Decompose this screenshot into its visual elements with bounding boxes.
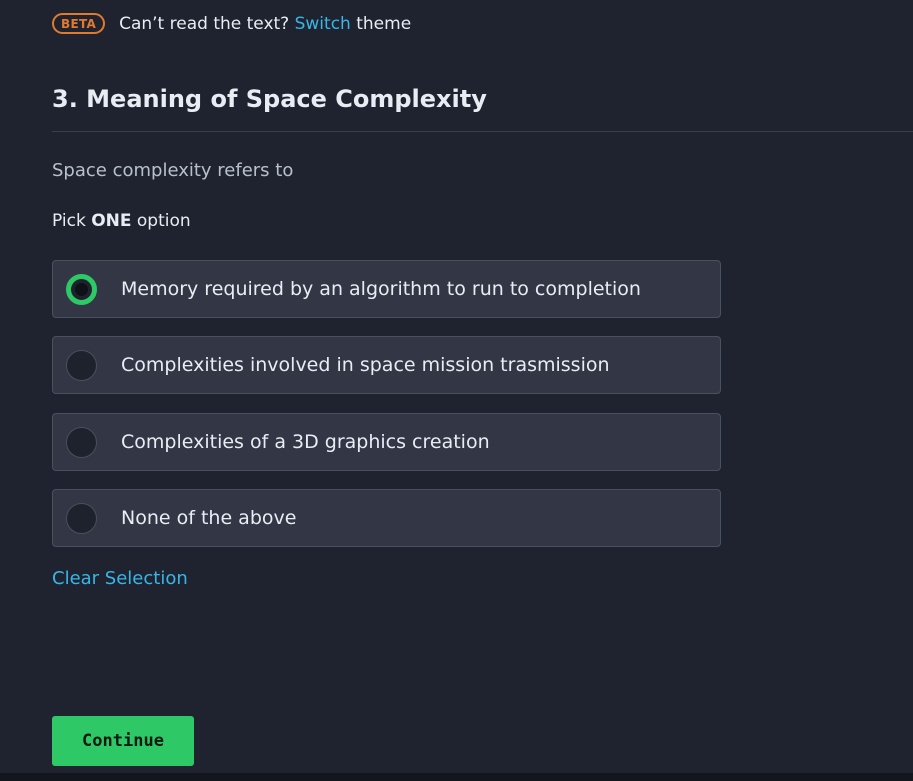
beta-text-prefix: Can’t read the text? [119,13,290,34]
pick-instruction: Pick ONE option [52,211,191,231]
bottom-strip [0,773,913,781]
continue-button[interactable]: Continue [52,716,194,766]
pick-suffix: option [136,211,191,231]
radio-button[interactable] [66,349,97,381]
question-title: 3. Meaning of Space Complexity [52,85,487,113]
option-3[interactable]: Complexities of a 3D graphics creation [52,413,721,471]
beta-bar: BETA Can’t read the text? Switch theme [52,13,411,34]
title-divider [52,131,913,132]
option-4[interactable]: None of the above [52,489,721,547]
clear-selection-link[interactable]: Clear Selection [52,568,188,589]
radio-button-selected[interactable] [66,273,97,305]
option-2[interactable]: Complexities involved in space mission t… [52,336,721,394]
option-label: Complexities involved in space mission t… [121,354,610,376]
switch-theme-link[interactable]: Switch [295,14,351,34]
radio-button[interactable] [66,502,97,534]
option-1[interactable]: Memory required by an algorithm to run t… [52,260,721,318]
page: BETA Can’t read the text? Switch theme 3… [0,0,913,781]
radio-button[interactable] [66,426,97,458]
option-label: Memory required by an algorithm to run t… [121,278,641,300]
pick-emphasis: ONE [91,211,132,231]
beta-badge: BETA [52,13,106,34]
option-label: None of the above [121,507,297,529]
question-prompt: Space complexity refers to [52,160,294,181]
option-label: Complexities of a 3D graphics creation [121,431,490,453]
beta-text-suffix: theme [356,13,412,34]
radio-dot-icon [75,282,88,296]
beta-message: Can’t read the text? Switch theme [119,14,411,34]
pick-prefix: Pick [52,211,86,231]
